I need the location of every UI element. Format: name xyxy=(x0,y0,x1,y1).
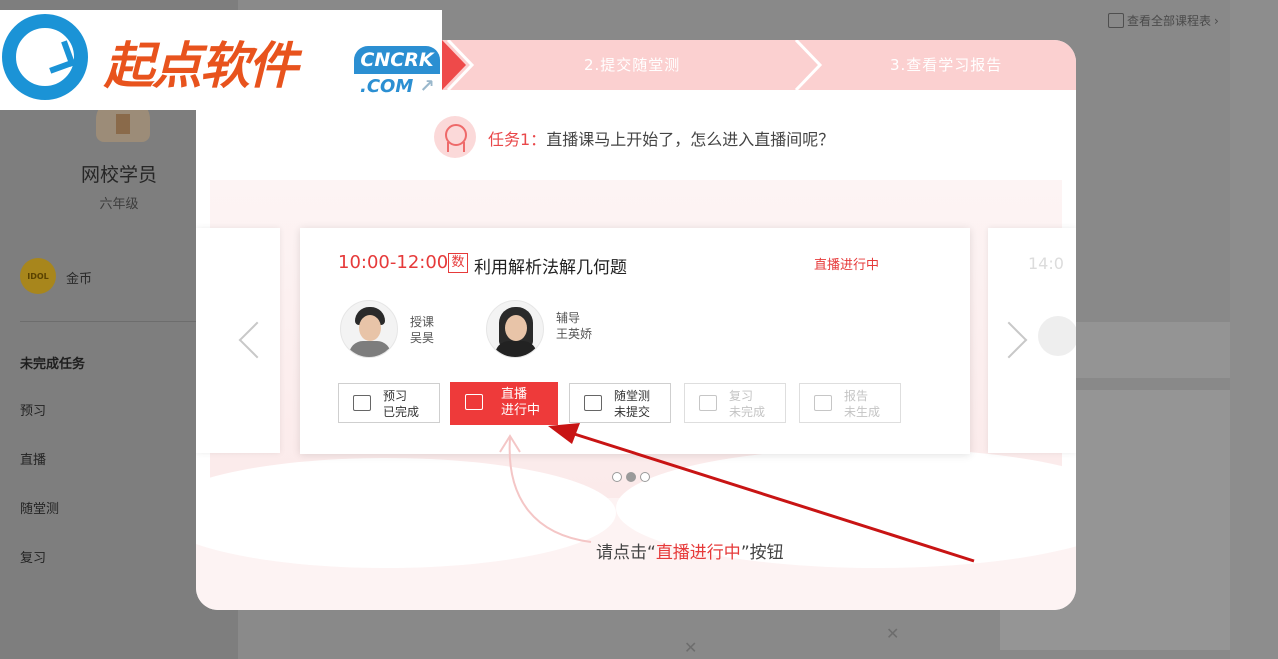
step-separator-icon xyxy=(446,40,475,90)
report-button-line2: 未生成 xyxy=(844,405,881,419)
teacher-role: 授课 xyxy=(410,315,435,329)
review-button-line1: 复习 xyxy=(729,389,754,403)
sidebar-item-preview[interactable]: 预习 xyxy=(20,400,46,419)
teacher-name: 吴昊 xyxy=(410,331,435,345)
lesson-title: 利用解析法解几何题 xyxy=(474,258,627,278)
report-button-line1: 报告 xyxy=(844,389,869,403)
watermark-brand-en-bottom: .COM xyxy=(360,76,414,97)
medal-icon xyxy=(434,116,476,158)
document-icon xyxy=(353,395,371,411)
coin-icon: IDOL xyxy=(20,258,56,294)
video-play-icon xyxy=(465,394,483,410)
lesson-status: 直播进行中 xyxy=(814,258,880,273)
preview-button-line2: 已完成 xyxy=(383,405,420,419)
watermark-arrow-icon: ↗ xyxy=(419,76,435,97)
quiz-button-line1: 随堂测 xyxy=(614,389,651,403)
calendar-icon xyxy=(1108,13,1124,28)
step-2-label: 2.提交随堂测 xyxy=(584,56,681,74)
next-lesson-time: 14:0 xyxy=(1028,254,1064,273)
report-button[interactable]: 报告 未生成 xyxy=(799,383,901,423)
pager-dot-active[interactable] xyxy=(626,472,636,482)
tutor-name: 王英娇 xyxy=(556,327,593,341)
watermark-logo: 起点软件 CNCRK .COM ↗ xyxy=(0,10,442,110)
step-3-label: 3.查看学习报告 xyxy=(890,56,1003,74)
coin-label[interactable]: 金币 xyxy=(66,268,92,287)
watermark-brand-cn: 起点软件 xyxy=(104,36,298,95)
task-prompt: 任务1：直播课马上开始了，怎么进入直播间呢？ xyxy=(488,126,834,150)
preview-button[interactable]: 预习 已完成 xyxy=(338,383,440,423)
pager-dot[interactable] xyxy=(612,472,622,482)
lesson-card: 10:00-12:00 数 利用解析法解几何题 直播进行中 授课 吴昊 辅导 王… xyxy=(300,228,970,454)
step-separator-icon xyxy=(794,40,823,90)
hint-prefix: 请点击“ xyxy=(596,543,656,563)
lesson-time: 10:00-12:00 xyxy=(338,252,449,273)
guide-modal: 2.提交随堂测 3.查看学习报告 任务1：直播课马上开始了，怎么进入直播间呢？ … xyxy=(196,40,1076,610)
quiz-button[interactable]: 随堂测 未提交 xyxy=(569,383,671,423)
task-number: 任务1： xyxy=(488,130,547,149)
brand-logo-icon xyxy=(2,14,88,100)
live-in-progress-button[interactable]: 直播 进行中 xyxy=(450,382,558,425)
subject-badge: 数 xyxy=(448,253,468,273)
preview-button-line1: 预习 xyxy=(383,389,408,403)
tutor-avatar xyxy=(486,300,544,358)
watermark-brand-en-top: CNCRK xyxy=(354,46,440,74)
teacher-avatar xyxy=(340,300,398,358)
watermark-badge: CNCRK .COM ↗ xyxy=(354,46,440,98)
sidebar-item-review[interactable]: 复习 xyxy=(20,547,46,566)
chevron-right-icon: › xyxy=(1214,13,1219,28)
hint-curve-arrow-icon xyxy=(499,434,592,543)
schedule-link-label: 查看全部课程表 xyxy=(1127,14,1212,28)
hint-suffix: ”按钮 xyxy=(740,543,784,563)
carousel-pager xyxy=(612,472,650,482)
hint-text: 请点击“直播进行中”按钮 xyxy=(596,538,784,563)
tutor-role: 辅导 xyxy=(556,311,581,325)
pager-dot[interactable] xyxy=(640,472,650,482)
decor-x-icon: ✕ xyxy=(886,624,900,643)
live-button-line2: 进行中 xyxy=(501,403,541,418)
quiz-button-line2: 未提交 xyxy=(614,405,651,419)
sidebar-divider xyxy=(20,321,196,322)
task-question: 直播课马上开始了，怎么进入直播间呢？ xyxy=(546,130,835,149)
review-icon xyxy=(699,395,717,411)
sidebar-item-quiz[interactable]: 随堂测 xyxy=(20,498,59,517)
right-strip xyxy=(1230,0,1278,659)
report-icon xyxy=(814,395,832,411)
next-lesson-avatar xyxy=(1038,316,1076,356)
pending-tasks-title: 未完成任务 xyxy=(20,357,86,372)
live-button-line1: 直播 xyxy=(501,387,528,402)
edit-icon xyxy=(584,395,602,411)
review-button-line2: 未完成 xyxy=(729,405,766,419)
schedule-link[interactable]: 查看全部课程表 › xyxy=(1108,12,1219,29)
hint-highlight: 直播进行中 xyxy=(655,543,741,563)
review-button[interactable]: 复习 未完成 xyxy=(684,383,786,423)
decor-x-icon: ✕ xyxy=(684,638,698,657)
sidebar-item-live[interactable]: 直播 xyxy=(20,449,46,468)
